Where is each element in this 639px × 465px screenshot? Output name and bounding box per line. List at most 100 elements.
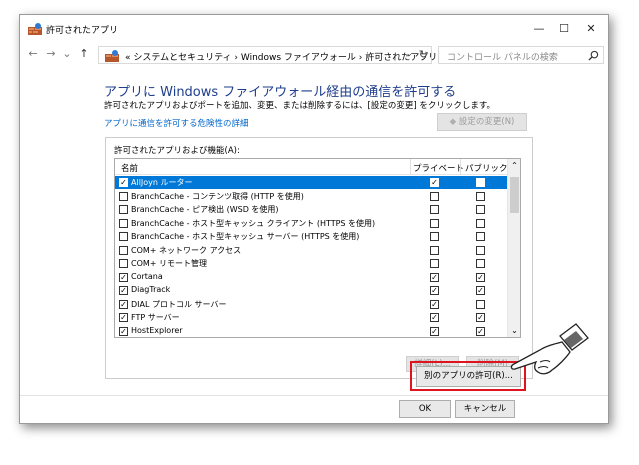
shield-icon: ◆	[449, 117, 457, 127]
public-checkbox[interactable]	[476, 205, 485, 214]
private-checkbox[interactable]: ✓	[430, 178, 439, 187]
close-button[interactable]: ✕	[580, 21, 602, 37]
address-bar-row: ← → ⌄ ↑ « システムとセキュリティ › Windows ファイアウォール…	[20, 43, 608, 67]
risk-details-link[interactable]: アプリに通信を許可する危険性の詳細	[104, 117, 249, 129]
enable-checkbox[interactable]	[119, 259, 128, 268]
table-row[interactable]: ✓ DIAL プロトコル サーバー ✓	[115, 298, 508, 311]
change-settings-label: 設定の変更(N)	[458, 117, 515, 127]
public-checkbox[interactable]	[476, 232, 485, 241]
title-bar: 許可されたアプリ — ☐ ✕	[20, 15, 608, 43]
column-divider[interactable]	[460, 159, 461, 175]
breadcrumb: « システムとセキュリティ › Windows ファイアウォール › 許可された…	[125, 53, 438, 63]
recent-locations-icon[interactable]: ⌄	[60, 47, 74, 60]
minimize-button[interactable]: —	[528, 21, 550, 37]
back-arrow-icon[interactable]: ←	[26, 47, 40, 60]
public-checkbox[interactable]: ✓	[476, 313, 485, 322]
firewall-icon	[105, 50, 119, 62]
table-row[interactable]: COM+ ネットワーク アクセス	[115, 244, 508, 257]
firewall-icon	[28, 23, 42, 35]
private-checkbox[interactable]	[430, 218, 439, 228]
enable-checkbox[interactable]	[119, 191, 128, 201]
allowed-apps-group: 許可されたアプリおよび機能(A): 名前 プライベート パブリック ✓ AllJo…	[105, 137, 533, 379]
enable-checkbox[interactable]: ✓	[119, 272, 128, 282]
enable-checkbox[interactable]: ✓	[119, 178, 128, 187]
list-header: 名前 プライベート パブリック	[115, 159, 508, 175]
public-checkbox[interactable]	[476, 191, 485, 201]
private-checkbox[interactable]: ✓	[430, 326, 439, 336]
public-checkbox[interactable]: ✓	[476, 326, 485, 336]
table-row[interactable]: BranchCache - コンテンツ取得 (HTTP を使用)	[115, 190, 508, 203]
chevron-down-icon[interactable]: ⌄	[405, 49, 413, 59]
maximize-button[interactable]: ☐	[553, 21, 575, 37]
search-input[interactable]: コントロール パネルの検索	[438, 46, 604, 64]
public-checkbox[interactable]	[476, 259, 485, 268]
public-checkbox[interactable]	[476, 299, 485, 309]
app-name: HostExplorer	[131, 325, 183, 335]
app-name: DIAL プロトコル サーバー	[131, 299, 227, 309]
public-checkbox[interactable]: ✓	[476, 272, 485, 282]
page-title: アプリに Windows ファイアウォール経由の通信を許可する	[104, 85, 457, 100]
table-row[interactable]: ✓ DiagTrack ✓ ✓	[115, 284, 508, 297]
search-icon[interactable]	[588, 50, 599, 61]
enable-checkbox[interactable]	[119, 218, 128, 228]
page-description: 許可されたアプリおよびポートを追加、変更、または削除するには、[設定の変更] を…	[104, 101, 495, 111]
column-name[interactable]: 名前	[121, 162, 138, 174]
private-checkbox[interactable]: ✓	[430, 272, 439, 282]
private-checkbox[interactable]: ✓	[430, 299, 439, 309]
table-row[interactable]: ✓ HostExplorer ✓ ✓	[115, 325, 508, 338]
window-title: 許可されたアプリ	[46, 26, 119, 36]
enable-checkbox[interactable]	[119, 232, 128, 241]
public-checkbox[interactable]: ✓	[476, 286, 485, 295]
search-placeholder: コントロール パネルの検索	[447, 53, 558, 63]
app-name: FTP サーバー	[131, 313, 180, 322]
public-checkbox[interactable]	[476, 178, 485, 187]
column-private[interactable]: プライベート	[413, 162, 464, 174]
scroll-thumb[interactable]	[510, 177, 519, 213]
cancel-button[interactable]: キャンセル	[455, 400, 515, 418]
app-name: COM+ リモート管理	[131, 259, 208, 268]
private-checkbox[interactable]: ✓	[430, 286, 439, 295]
private-checkbox[interactable]	[430, 232, 439, 241]
private-checkbox[interactable]	[430, 205, 439, 214]
table-row[interactable]: COM+ リモート管理	[115, 257, 508, 270]
vertical-scrollbar[interactable]: ⌃ ⌄	[507, 159, 520, 337]
enable-checkbox[interactable]: ✓	[119, 299, 128, 309]
private-checkbox[interactable]	[430, 245, 439, 255]
app-name: BranchCache - ピア検出 (WSD を使用)	[131, 205, 279, 214]
column-divider[interactable]	[410, 159, 411, 175]
group-label: 許可されたアプリおよび機能(A):	[114, 146, 240, 156]
forward-arrow-icon[interactable]: →	[44, 47, 58, 60]
private-checkbox[interactable]	[430, 259, 439, 268]
hand-pointer-icon	[510, 323, 589, 375]
change-settings-button[interactable]: ◆ 設定の変更(N)	[437, 113, 527, 131]
ok-button[interactable]: OK	[399, 400, 451, 418]
table-row[interactable]: BranchCache - ホスト型キャッシュ サーバー (HTTPS を使用)	[115, 230, 508, 243]
app-name: BranchCache - ホスト型キャッシュ クライアント (HTTPS を使…	[131, 218, 376, 228]
enable-checkbox[interactable]: ✓	[119, 326, 128, 336]
allowed-apps-list[interactable]: 名前 プライベート パブリック ✓ AllJoyn ルーター ✓ BranchCach…	[114, 158, 521, 338]
divider	[20, 395, 608, 396]
refresh-icon[interactable]: ↻	[419, 48, 428, 61]
app-name: AllJoyn ルーター	[131, 178, 193, 187]
public-checkbox[interactable]	[476, 218, 485, 228]
table-row[interactable]: BranchCache - ピア検出 (WSD を使用)	[115, 203, 508, 216]
enable-checkbox[interactable]: ✓	[119, 286, 128, 295]
enable-checkbox[interactable]	[119, 245, 128, 255]
table-row[interactable]: BranchCache - ホスト型キャッシュ クライアント (HTTPS を使…	[115, 217, 508, 230]
app-name: BranchCache - コンテンツ取得 (HTTP を使用)	[131, 191, 304, 201]
table-row[interactable]: ✓ AllJoyn ルーター ✓	[115, 176, 508, 189]
enable-checkbox[interactable]	[119, 205, 128, 214]
up-arrow-icon[interactable]: ↑	[77, 47, 91, 60]
public-checkbox[interactable]	[476, 245, 485, 255]
address-box[interactable]: « システムとセキュリティ › Windows ファイアウォール › 許可された…	[98, 46, 437, 64]
app-name: Cortana	[131, 271, 163, 281]
table-row[interactable]: ✓ FTP サーバー ✓ ✓	[115, 311, 508, 324]
scroll-up-icon[interactable]: ⌃	[508, 161, 520, 170]
app-name: DiagTrack	[131, 285, 171, 294]
enable-checkbox[interactable]: ✓	[119, 313, 128, 322]
app-name: COM+ ネットワーク アクセス	[131, 245, 242, 255]
private-checkbox[interactable]: ✓	[430, 313, 439, 322]
private-checkbox[interactable]	[430, 191, 439, 201]
table-row[interactable]: ✓ Cortana ✓ ✓	[115, 271, 508, 284]
column-public[interactable]: パブリック	[465, 162, 508, 174]
